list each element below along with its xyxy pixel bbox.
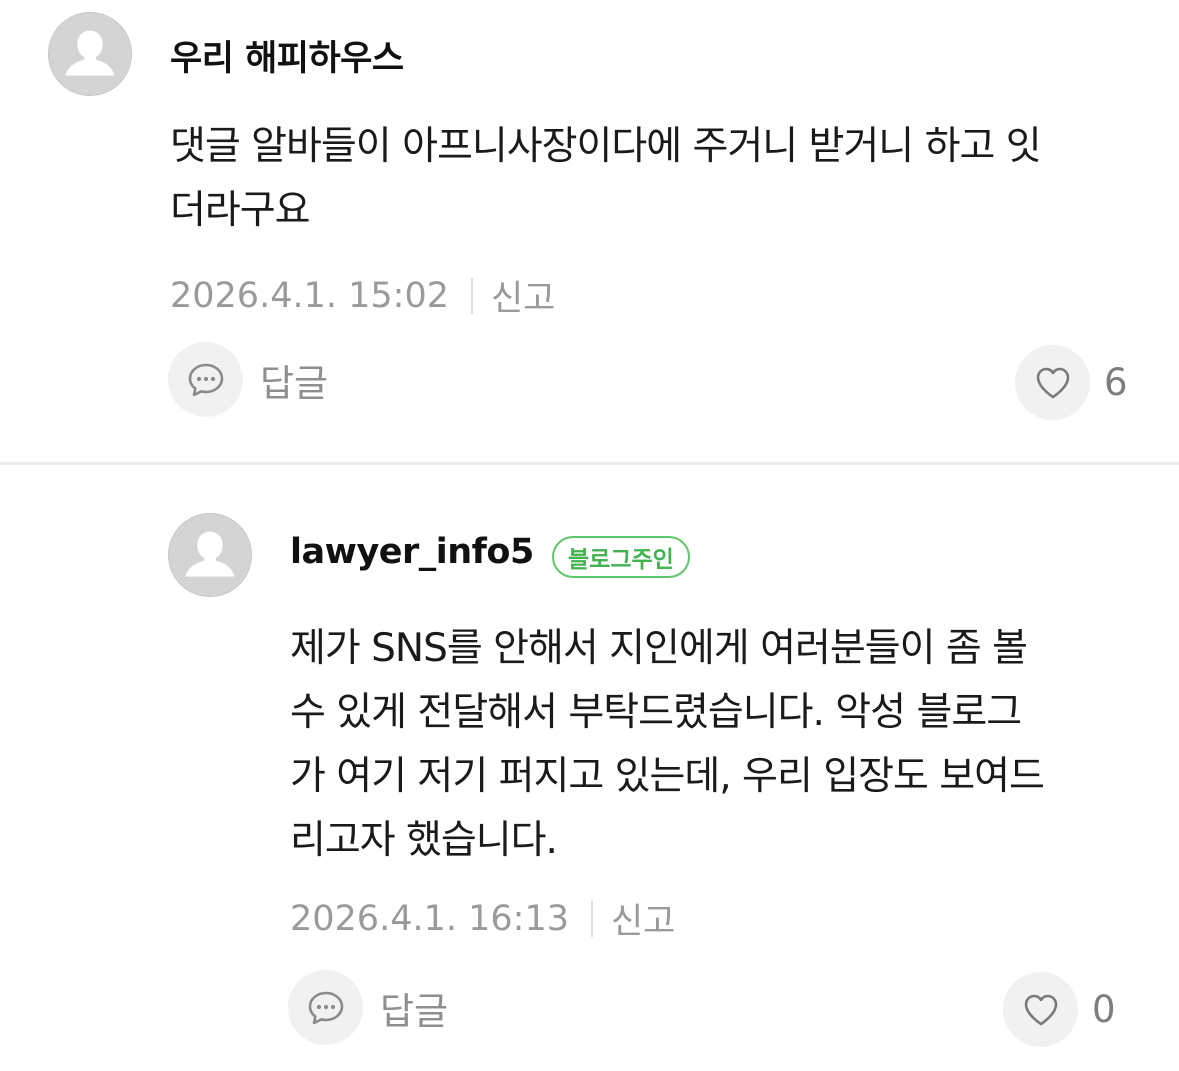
heart-outline-icon bbox=[1036, 367, 1069, 398]
report-link[interactable]: 신고 bbox=[491, 270, 555, 321]
reply-icon-wrap bbox=[288, 970, 363, 1045]
reply-label: 답글 bbox=[380, 989, 449, 1033]
comment-text-line: 댓글 알바들이 아프니사장이다에 주거니 받거니 하고 잇 bbox=[170, 124, 1042, 169]
reply-button[interactable]: 답글 bbox=[168, 342, 328, 417]
comment-text-line: 리고자 했습니다. bbox=[290, 818, 558, 863]
like-count: 0 bbox=[1092, 988, 1116, 1031]
reply-icon-wrap bbox=[168, 342, 243, 417]
comment-author[interactable]: 우리 해피하우스 bbox=[170, 30, 404, 81]
comment-datetime: 2026.4.1. 15:02 bbox=[170, 275, 449, 316]
comment-divider bbox=[0, 462, 1179, 465]
reply-button[interactable]: 답글 bbox=[288, 970, 448, 1045]
meta-divider bbox=[590, 900, 593, 937]
heart-outline-icon bbox=[1024, 994, 1057, 1025]
default-user-avatar-icon bbox=[49, 13, 131, 95]
comment-author[interactable]: lawyer_info5 bbox=[290, 532, 534, 572]
like-count: 6 bbox=[1104, 361, 1128, 404]
meta-divider bbox=[470, 277, 473, 314]
reply-label: 답글 bbox=[260, 361, 329, 405]
comment-text-line: 가 여기 저기 퍼지고 있는데, 우리 입장도 보여드 bbox=[290, 754, 1045, 799]
like-button[interactable]: 0 bbox=[1003, 972, 1116, 1047]
default-user-avatar-icon bbox=[169, 514, 251, 596]
comment-text-line: 수 있게 전달해서 부탁드렸습니다. 악성 블로그 bbox=[290, 690, 1022, 735]
comment-text: 댓글 알바들이 아프니사장이다에 주거니 받거니 하고 잇 더라구요 bbox=[170, 115, 1160, 243]
comment-text: 제가 SNS를 안해서 지인에게 여러분들이 좀 볼 수 있게 전달해서 부탁드… bbox=[290, 617, 1160, 873]
comment-text-line: 더라구요 bbox=[170, 188, 311, 233]
blog-owner-badge: 블로그주인 bbox=[552, 536, 690, 578]
comment-datetime: 2026.4.1. 16:13 bbox=[290, 898, 569, 939]
comment-text-line: 제가 SNS를 안해서 지인에게 여러분들이 좀 볼 bbox=[290, 626, 1028, 671]
comment-meta: 2026.4.1. 15:02 신고 bbox=[170, 270, 555, 321]
speech-bubble-icon bbox=[308, 991, 343, 1024]
like-button[interactable]: 6 bbox=[1015, 345, 1128, 420]
like-icon-wrap bbox=[1015, 345, 1090, 420]
speech-bubble-icon bbox=[188, 363, 223, 396]
avatar[interactable] bbox=[168, 513, 252, 597]
avatar[interactable] bbox=[48, 12, 132, 96]
like-icon-wrap bbox=[1003, 972, 1078, 1047]
comment-meta: 2026.4.1. 16:13 신고 bbox=[290, 893, 675, 944]
report-link[interactable]: 신고 bbox=[611, 893, 675, 944]
